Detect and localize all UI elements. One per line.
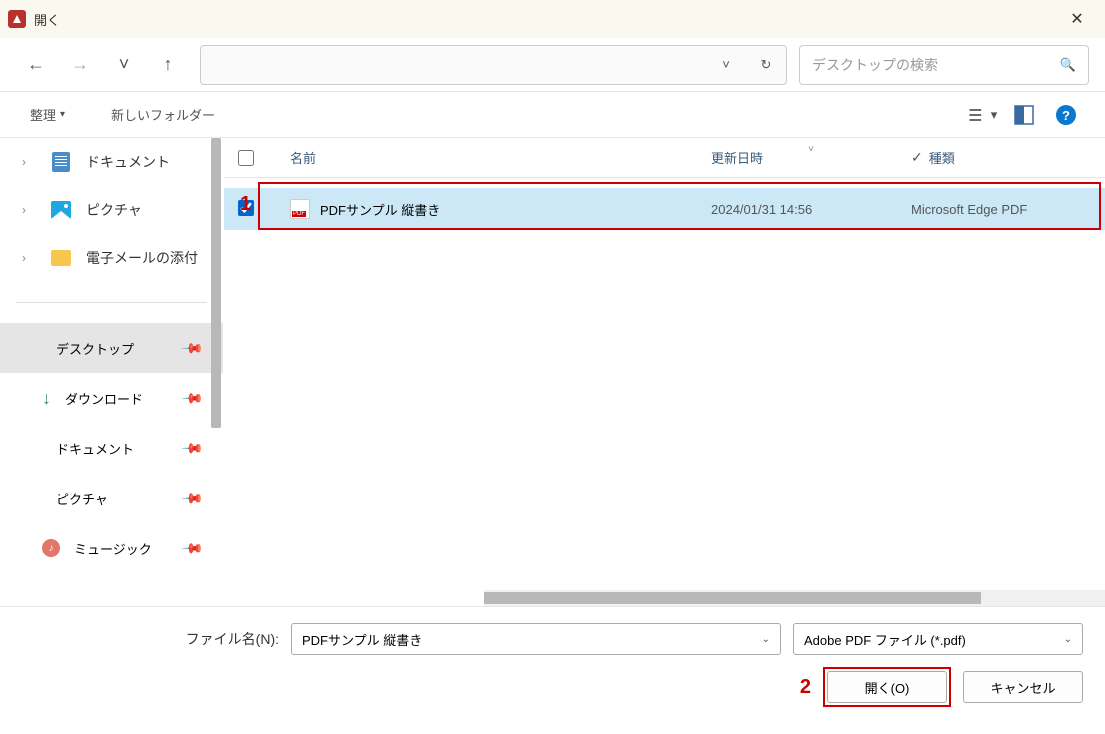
qa-label: ミュージック (74, 539, 152, 558)
search-input[interactable] (812, 57, 1060, 73)
pin-icon: 📌 (180, 436, 204, 460)
chevron-down-icon: ⌄ (1064, 634, 1072, 645)
tree-label: ピクチャ (86, 200, 142, 220)
sort-chevron-icon: ˅ (808, 144, 814, 155)
bottom-panel: ファイル名(N): PDFサンプル 縦書き ⌄ Adobe PDF ファイル (… (0, 606, 1105, 734)
back-button[interactable]: ← (16, 45, 56, 85)
organize-label: 整理 (30, 105, 56, 124)
qa-label: デスクトップ (56, 339, 134, 358)
cancel-button[interactable]: キャンセル (963, 671, 1083, 703)
help-button[interactable]: ? (1049, 98, 1083, 132)
check-icon: ✓ (911, 149, 923, 166)
open-button[interactable]: 開く(O) (827, 671, 947, 703)
pin-icon: 📌 (180, 336, 204, 360)
tree-item-documents[interactable]: › ドキュメント (0, 138, 223, 186)
tree-label: ドキュメント (86, 152, 170, 172)
search-box[interactable]: 🔍 (799, 45, 1089, 85)
qa-label: ピクチャ (56, 489, 108, 508)
expand-icon: › (22, 251, 36, 265)
quickaccess-pictures[interactable]: ピクチャ 📌 (0, 473, 223, 523)
sidebar: › ドキュメント › ピクチャ › 電子メールの添付 デスクトップ 📌 ↓ ダウ… (0, 138, 224, 606)
filetype-value: Adobe PDF ファイル (*.pdf) (804, 630, 966, 649)
qa-label: ダウンロード (65, 389, 143, 408)
app-icon (8, 10, 26, 28)
window-title: 開く (34, 10, 60, 29)
address-dropdown-icon[interactable]: ˅ (706, 46, 746, 84)
header-checkbox[interactable] (238, 150, 290, 166)
filename-row: ファイル名(N): PDFサンプル 縦書き ⌄ Adobe PDF ファイル (… (22, 623, 1083, 655)
search-icon: 🔍 (1060, 57, 1076, 73)
chevron-down-icon: ⌄ (762, 634, 770, 645)
nav-row: ← → ˅ ↑ ˅ ↻ 🔍 (0, 38, 1105, 92)
new-folder-button[interactable]: 新しいフォルダー (103, 99, 223, 131)
column-type[interactable]: ✓ 種類 (911, 148, 1091, 167)
toolbar: 整理 ▾ 新しいフォルダー ▾ ? (0, 92, 1105, 138)
file-date: 2024/01/31 14:56 (711, 202, 911, 217)
music-icon: ♪ (42, 539, 60, 557)
file-row[interactable]: PDFサンプル 縦書き 2024/01/31 14:56 Microsoft E… (224, 188, 1105, 230)
column-name[interactable]: 名前 (290, 148, 711, 167)
chevron-down-icon: ▾ (60, 109, 65, 120)
annotation-number: 1 (240, 193, 251, 216)
pdf-icon (290, 199, 310, 219)
preview-pane-button[interactable] (1007, 98, 1041, 132)
tree-item-pictures[interactable]: › ピクチャ (0, 186, 223, 234)
document-icon (50, 151, 72, 173)
list-header: 名前 ˅ 更新日時 ✓ 種類 (224, 138, 1105, 178)
file-list: 名前 ˅ 更新日時 ✓ 種類 PDFサンプル 縦書き 2024/01/31 14… (224, 138, 1105, 606)
titlebar: 開く ✕ (0, 0, 1105, 38)
expand-icon: › (22, 155, 36, 169)
chevron-down-icon: ▾ (991, 107, 998, 123)
column-date[interactable]: ˅ 更新日時 (711, 148, 911, 167)
forward-button[interactable]: → (60, 45, 100, 85)
main-area: › ドキュメント › ピクチャ › 電子メールの添付 デスクトップ 📌 ↓ ダウ… (0, 138, 1105, 606)
quickaccess-desktop[interactable]: デスクトップ 📌 (0, 323, 223, 373)
recent-locations-button[interactable]: ˅ (104, 45, 144, 85)
filename-label: ファイル名(N): (186, 629, 279, 649)
annotation-number: 2 (800, 676, 811, 699)
filename-combobox[interactable]: PDFサンプル 縦書き ⌄ (291, 623, 781, 655)
new-folder-label: 新しいフォルダー (111, 105, 215, 124)
svg-text:?: ? (1062, 108, 1070, 123)
file-name: PDFサンプル 縦書き (320, 200, 440, 219)
tree-label: 電子メールの添付 (86, 248, 198, 268)
address-bar[interactable]: ˅ ↻ (200, 45, 787, 85)
organize-button[interactable]: 整理 ▾ (22, 99, 73, 131)
up-button[interactable]: ↑ (148, 45, 188, 85)
button-row: 2 開く(O) キャンセル (22, 671, 1083, 703)
file-type: Microsoft Edge PDF (911, 202, 1091, 217)
pin-icon: 📌 (180, 536, 204, 560)
refresh-button[interactable]: ↻ (746, 46, 786, 84)
folder-icon (50, 247, 72, 269)
view-menu-button[interactable]: ▾ (965, 98, 999, 132)
horizontal-scrollbar[interactable] (484, 590, 1105, 606)
tree-item-email[interactable]: › 電子メールの添付 (0, 234, 223, 282)
pin-icon: 📌 (180, 486, 204, 510)
close-button[interactable]: ✕ (1057, 0, 1097, 38)
qa-label: ドキュメント (56, 439, 134, 458)
picture-icon (50, 199, 72, 221)
quickaccess-documents[interactable]: ドキュメント 📌 (0, 423, 223, 473)
expand-icon: › (22, 203, 36, 217)
sidebar-scrollbar[interactable] (209, 138, 223, 606)
filetype-combobox[interactable]: Adobe PDF ファイル (*.pdf) ⌄ (793, 623, 1083, 655)
download-icon: ↓ (42, 388, 51, 409)
filename-value: PDFサンプル 縦書き (302, 630, 422, 649)
quickaccess-music[interactable]: ♪ ミュージック 📌 (0, 523, 223, 573)
quickaccess-downloads[interactable]: ↓ ダウンロード 📌 (0, 373, 223, 423)
pin-icon: 📌 (180, 386, 204, 410)
